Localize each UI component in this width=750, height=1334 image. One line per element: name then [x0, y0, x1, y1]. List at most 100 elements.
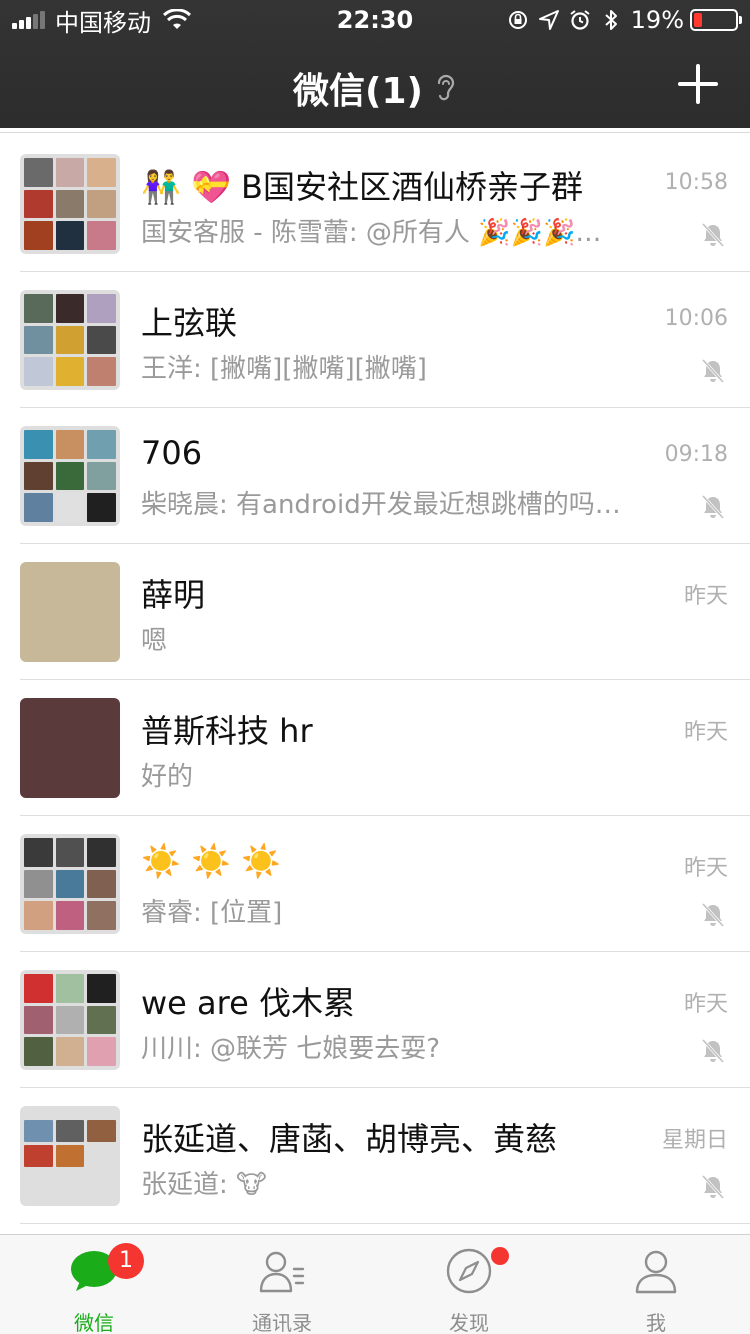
chat-last-message: 国安客服 - 陈雪蕾: @所有人 🎉🎉🎉…: [141, 218, 602, 248]
person-icon: [635, 1250, 677, 1294]
avatar-tile: [24, 430, 53, 459]
chat-last-message: 睿睿: [位置]: [141, 898, 283, 928]
mute-bell-icon: [701, 494, 725, 520]
chat-row[interactable]: we are 伐木累川川: @联芳 七娘要去耍? 昨天: [0, 952, 750, 1088]
avatar-tile: [87, 158, 116, 187]
battery-percent: 19%: [630, 6, 684, 34]
avatar-tile: [24, 1005, 53, 1035]
chat-last-message: 王洋: [撇嘴][撇嘴][撇嘴]: [141, 354, 427, 384]
chat-last-message: 张延道: 🐮: [141, 1170, 267, 1200]
chat-time: 10:58: [664, 170, 728, 195]
avatar-tile: [24, 1037, 53, 1066]
avatar-tile: [55, 158, 85, 187]
chat-name: 张延道、唐菡、胡博亮、黄慈: [141, 1120, 558, 1158]
avatar[interactable]: [20, 154, 120, 254]
avatar-tile: [55, 461, 85, 491]
avatar-tile: [55, 838, 85, 867]
tab-bar: 1 微信 通讯录 发现 我: [0, 1234, 750, 1334]
avatar-tile: [24, 974, 53, 1003]
avatar-tile: [24, 189, 53, 219]
tab-chats[interactable]: 1 微信: [0, 1235, 188, 1334]
avatar-tile: [87, 1120, 116, 1142]
avatar-tile: [24, 1145, 53, 1167]
contacts-icon: [259, 1251, 305, 1293]
chat-time: 10:06: [664, 306, 728, 331]
chat-row[interactable]: ☀️ ☀️ ☀️ 睿睿: [位置] 昨天: [0, 816, 750, 952]
avatar-tile: [87, 901, 116, 930]
unread-badge: 1: [108, 1243, 144, 1279]
avatar[interactable]: [20, 698, 120, 798]
avatar-tile: [87, 325, 116, 355]
avatar-tile: [55, 1145, 85, 1167]
avatar[interactable]: [20, 970, 120, 1070]
chat-time: 昨天: [683, 856, 728, 881]
tab-label: 我: [646, 1311, 666, 1334]
tab-label: 微信: [74, 1311, 114, 1334]
avatar-tile: [87, 1037, 116, 1066]
avatar-tile: [24, 357, 53, 386]
avatar-tile: [55, 221, 85, 250]
avatar-tile: [55, 493, 85, 522]
list-divider: [0, 132, 750, 133]
avatar-tile: [24, 221, 53, 250]
avatar-tile: [87, 974, 116, 1003]
avatar-tile: [55, 974, 85, 1003]
avatar-tile: [24, 869, 53, 899]
avatar-tile: [24, 1120, 53, 1142]
avatar-tile: [24, 493, 53, 522]
avatar-tile: [87, 294, 116, 323]
avatar-tile: [87, 838, 116, 867]
avatar-tile: [24, 294, 53, 323]
chat-list[interactable]: 👫 💝 B国安社区酒仙桥亲子群 国安客服 - 陈雪蕾: @所有人 🎉🎉🎉… 10:5…: [0, 128, 750, 1234]
new-content-dot: [491, 1247, 509, 1265]
row-divider: [20, 1223, 750, 1224]
avatar-tile: [55, 357, 85, 386]
avatar-tile: [87, 493, 116, 522]
tab-label: 通讯录: [252, 1311, 312, 1334]
battery-icon: [690, 9, 742, 31]
add-button[interactable]: [678, 64, 718, 104]
chat-time: 昨天: [683, 584, 728, 609]
chat-name: ☀️ ☀️ ☀️: [141, 842, 281, 880]
location-icon: [538, 10, 559, 30]
chat-name: 普斯科技 hr: [141, 712, 313, 750]
chat-time: 星期日: [661, 1128, 728, 1153]
chat-row[interactable]: 706 柴晓晨: 有android开发最近想跳槽的吗… 09:18: [0, 408, 750, 544]
chat-time: 昨天: [683, 992, 728, 1017]
mute-bell-icon: [701, 902, 725, 928]
chat-last-message: 嗯: [141, 626, 168, 656]
avatar[interactable]: [20, 426, 120, 526]
battery-level: [694, 13, 702, 27]
avatar-tile: [87, 1005, 116, 1035]
avatar[interactable]: [20, 1106, 120, 1206]
tab-discover[interactable]: 发现: [375, 1235, 563, 1334]
tab-label: 发现: [449, 1311, 489, 1334]
chat-row[interactable]: 普斯科技 hr 好的 昨天: [0, 680, 750, 816]
avatar-tile: [55, 1037, 85, 1066]
tab-me[interactable]: 我: [562, 1235, 750, 1334]
ear-icon: [437, 74, 455, 101]
avatar[interactable]: [20, 290, 120, 390]
mute-bell-icon: [701, 1174, 725, 1200]
status-bar: 中国移动 22:30 19%: [0, 0, 750, 40]
chat-name: 薛明: [141, 576, 206, 614]
chat-last-message: 川川: @联芳 七娘要去耍?: [141, 1034, 441, 1064]
chat-row[interactable]: 薛明嗯 昨天: [0, 544, 750, 680]
chat-row[interactable]: 张延道、唐菡、胡博亮、黄慈张延道: 🐮 星期日: [0, 1088, 750, 1224]
page-title: 微信(1): [0, 62, 750, 114]
tab-contacts[interactable]: 通讯录: [188, 1235, 376, 1334]
nav-header: 中国移动 22:30 19% 微信(1): [0, 0, 750, 128]
chat-row[interactable]: 👫 💝 B国安社区酒仙桥亲子群 国安客服 - 陈雪蕾: @所有人 🎉🎉🎉… 10:5…: [0, 136, 750, 272]
avatar[interactable]: [20, 562, 120, 662]
chat-name: we are 伐木累: [141, 984, 355, 1022]
avatar-tile: [87, 189, 116, 219]
chat-row[interactable]: 上弦联王洋: [撇嘴][撇嘴][撇嘴] 10:06: [0, 272, 750, 408]
alarm-icon: [570, 10, 590, 30]
avatar-tile: [24, 901, 53, 930]
page-title-text: 微信(1): [293, 71, 423, 112]
chat-time: 昨天: [683, 720, 728, 745]
avatar-tile: [55, 869, 85, 899]
chat-name: 上弦联: [141, 304, 238, 342]
avatar[interactable]: [20, 834, 120, 934]
avatar-tile: [24, 325, 53, 355]
